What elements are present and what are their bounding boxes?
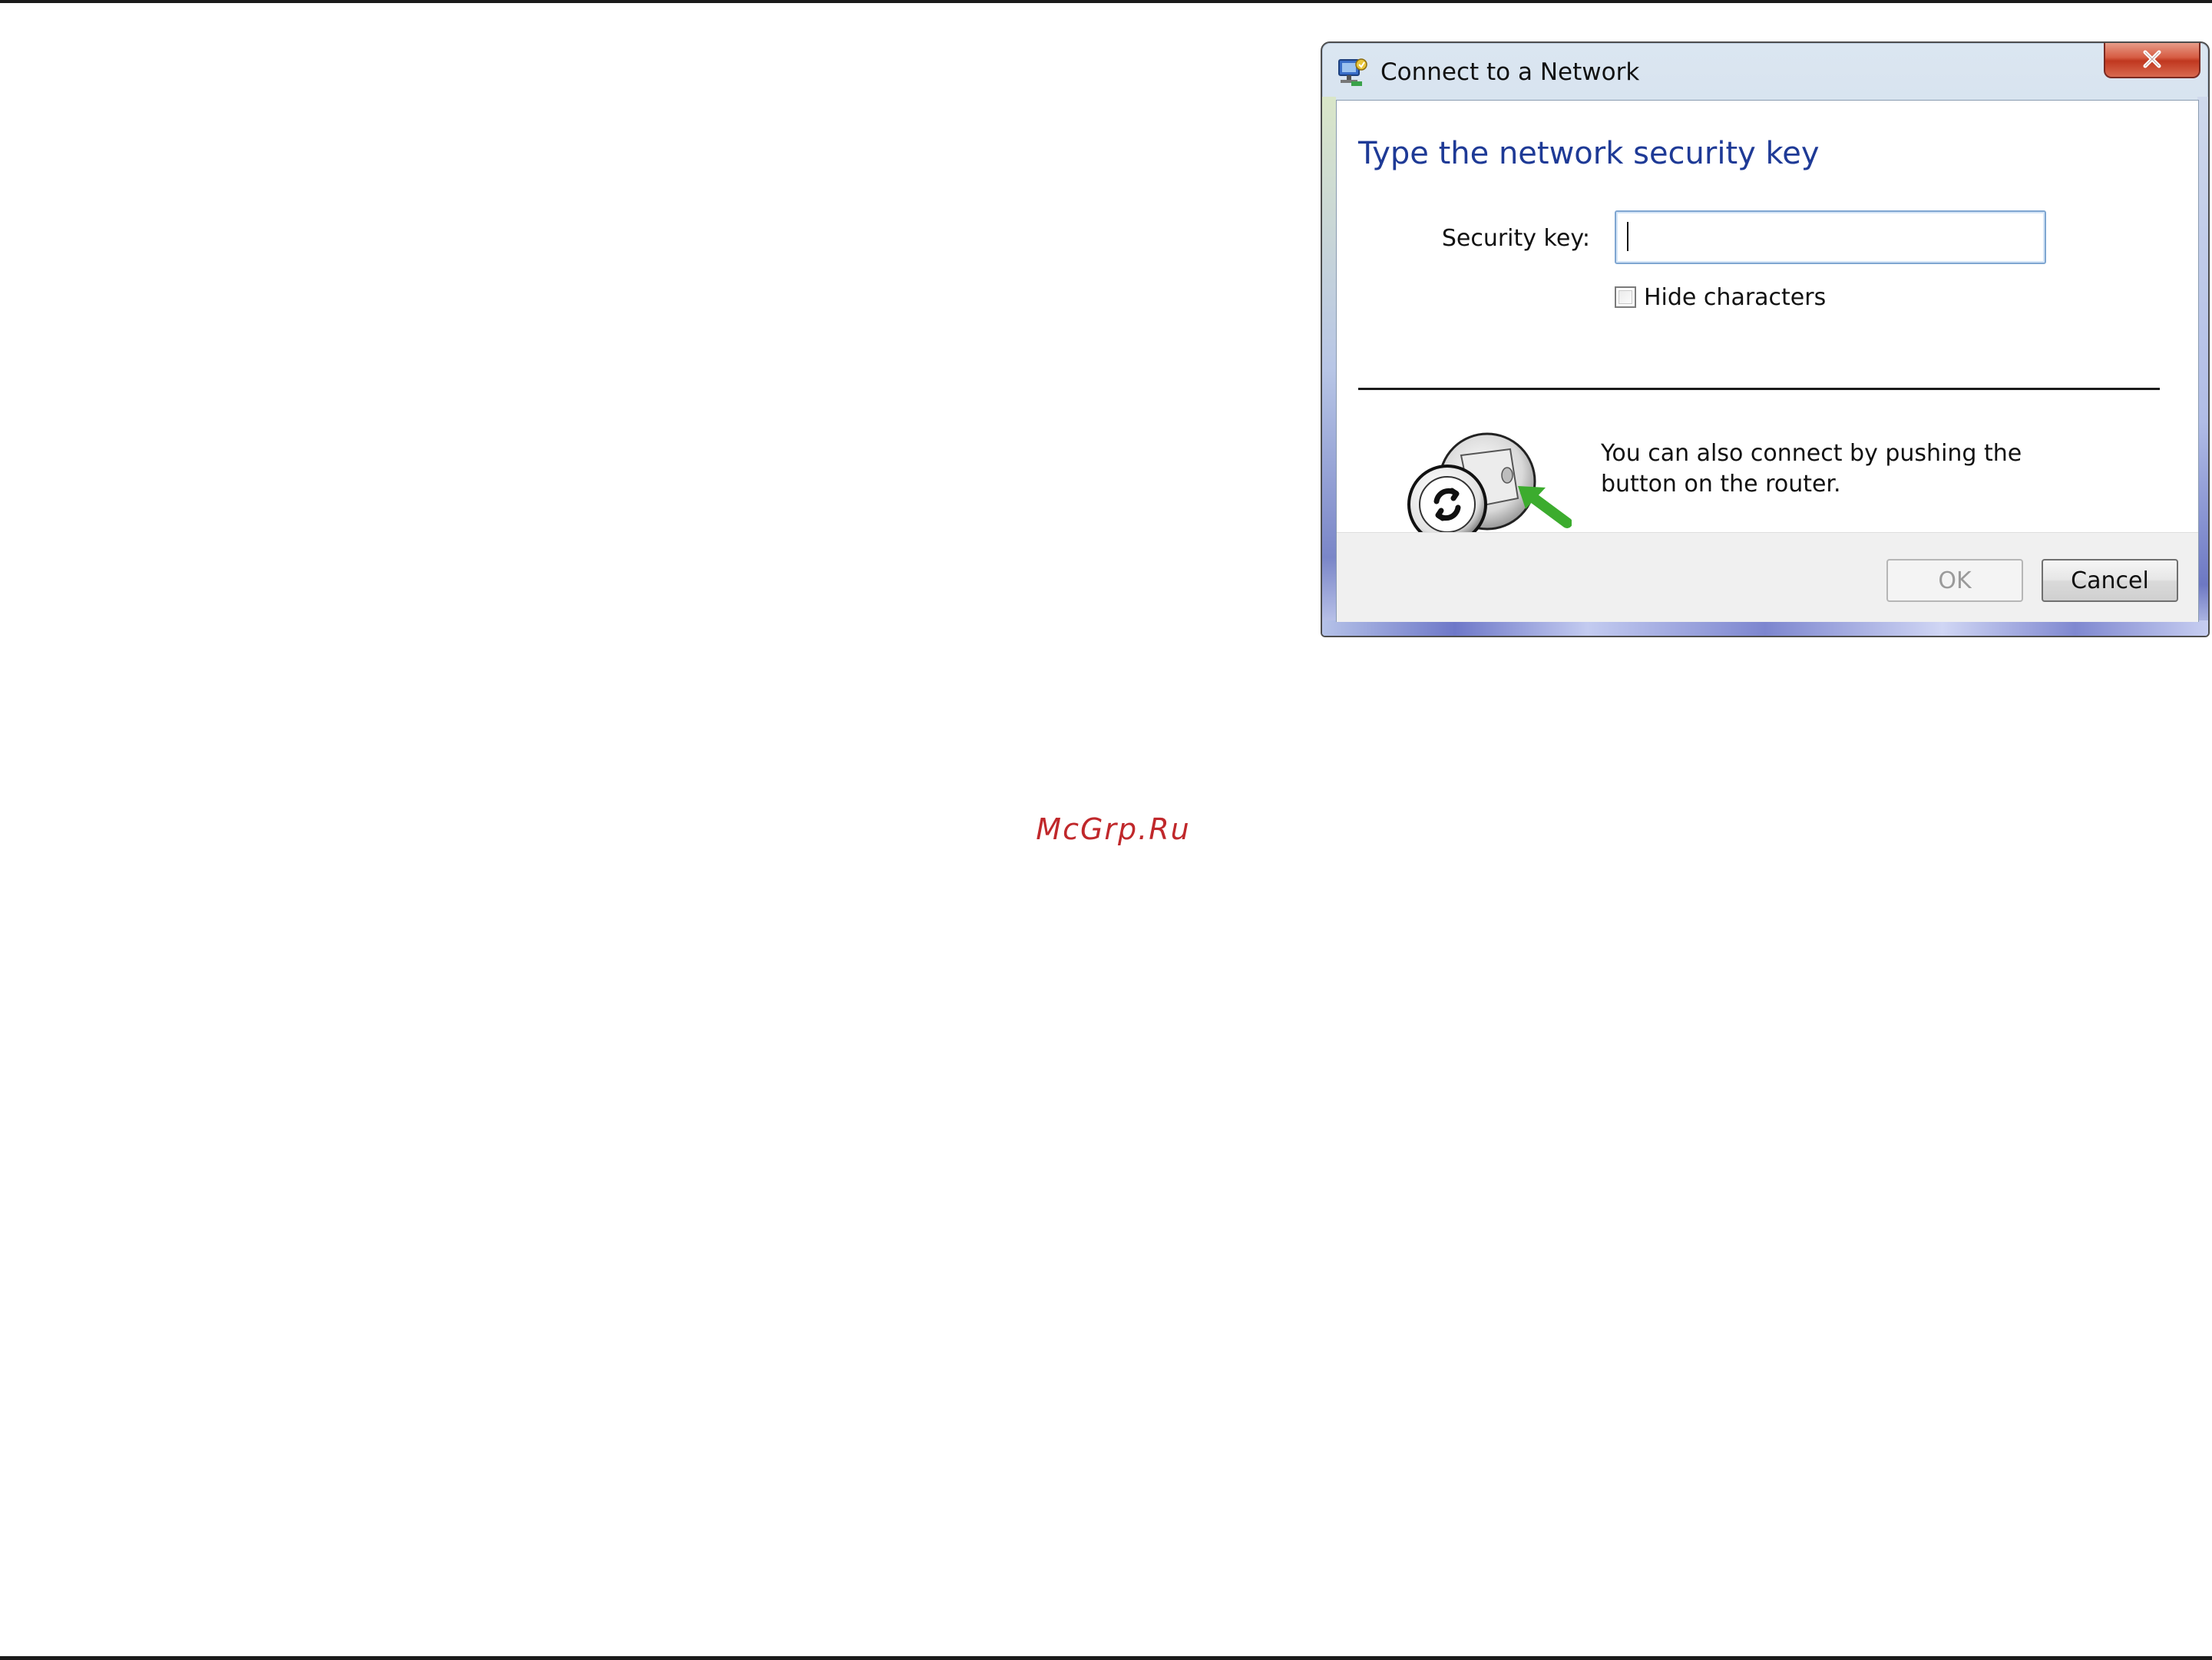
connect-network-dialog: Connect to a Network Type the network se… xyxy=(1321,41,2210,637)
window-frame-bottom xyxy=(1322,620,2208,636)
window-frame-left xyxy=(1322,97,1336,636)
cancel-button[interactable]: Cancel xyxy=(2042,559,2178,602)
title-bar[interactable]: Connect to a Network xyxy=(1322,43,2208,100)
separator-line xyxy=(1358,388,2160,390)
dialog-footer: OK Cancel xyxy=(1337,532,2198,622)
network-icon xyxy=(1336,57,1368,88)
dialog-content: Type the network security key Security k… xyxy=(1336,100,2199,622)
watermark: McGrp.Ru xyxy=(1036,812,1191,846)
bottom-rule xyxy=(0,1656,2212,1660)
security-key-input[interactable] xyxy=(1615,210,2046,264)
window-frame-right xyxy=(2197,97,2208,636)
dialog-heading: Type the network security key xyxy=(1358,136,1820,171)
wps-instructions: You can also connect by pushing the butt… xyxy=(1601,440,2022,498)
close-button[interactable] xyxy=(2104,43,2200,78)
hide-characters-row[interactable]: Hide characters xyxy=(1615,282,1826,312)
window-title: Connect to a Network xyxy=(1380,58,1640,86)
top-rule xyxy=(0,0,2212,3)
hide-characters-label[interactable]: Hide characters xyxy=(1644,284,1826,311)
close-icon xyxy=(2141,50,2164,68)
hide-characters-checkbox[interactable] xyxy=(1615,286,1636,308)
text-caret xyxy=(1627,222,1628,251)
ok-button[interactable]: OK xyxy=(1886,559,2023,602)
security-key-label: Security key: xyxy=(1441,225,1590,252)
